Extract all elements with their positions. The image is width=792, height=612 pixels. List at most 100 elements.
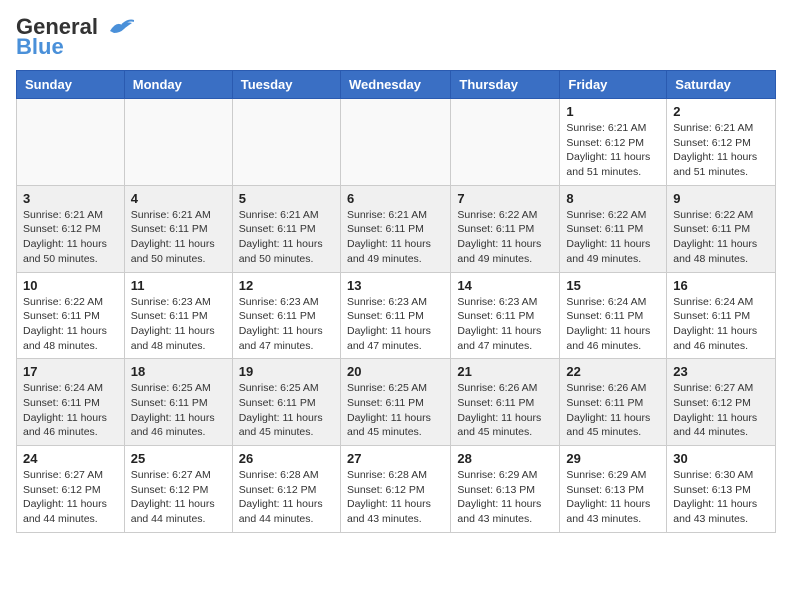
calendar-cell: 18Sunrise: 6:25 AMSunset: 6:11 PMDayligh… (124, 359, 232, 446)
day-info: Sunrise: 6:21 AMSunset: 6:12 PMDaylight:… (566, 121, 660, 180)
calendar-cell: 28 Sunrise: 6:29 AMSunset: 6:13 PMDayligh… (451, 446, 560, 533)
day-number: 9 (673, 191, 769, 206)
calendar-cell: 17Sunrise: 6:24 AMSunset: 6:11 PMDayligh… (17, 359, 125, 446)
day-info: Sunrise: 6:24 AMSunset: 6:11 PMDaylight:… (566, 295, 660, 354)
weekday-header: Friday (560, 71, 667, 99)
day-info: Sunrise: 6:26 AMSunset: 6:11 PMDaylight:… (566, 381, 660, 440)
day-number: 27 (347, 451, 444, 466)
calendar-cell (124, 99, 232, 186)
calendar-cell: 20 Sunrise: 6:25 AMSunset: 6:11 PMDayligh… (340, 359, 450, 446)
day-info: Sunrise: 6:29 AMSunset: 6:13 PMDaylight:… (457, 468, 553, 527)
day-info: Sunrise: 6:28 AMSunset: 6:12 PMDaylight:… (239, 468, 334, 527)
day-number: 3 (23, 191, 118, 206)
day-info: Sunrise: 6:22 AMSunset: 6:11 PMDaylight:… (457, 208, 553, 267)
calendar-cell: 22 Sunrise: 6:26 AMSunset: 6:11 PMDayligh… (560, 359, 667, 446)
calendar-cell (232, 99, 340, 186)
day-info: Sunrise: 6:23 AMSunset: 6:11 PMDaylight:… (131, 295, 226, 354)
calendar-cell: 26Sunrise: 6:28 AMSunset: 6:12 PMDayligh… (232, 446, 340, 533)
calendar-cell: 14 Sunrise: 6:23 AMSunset: 6:11 PMDayligh… (451, 272, 560, 359)
calendar-cell: 6Sunrise: 6:21 AMSunset: 6:11 PMDaylight… (340, 185, 450, 272)
day-info: Sunrise: 6:22 AMSunset: 6:11 PMDaylight:… (673, 208, 769, 267)
logo: General Blue (16, 16, 134, 58)
weekday-header: Monday (124, 71, 232, 99)
day-info: Sunrise: 6:27 AMSunset: 6:12 PMDaylight:… (23, 468, 118, 527)
day-number: 11 (131, 278, 226, 293)
day-number: 23 (673, 364, 769, 379)
weekday-header: Thursday (451, 71, 560, 99)
day-info: Sunrise: 6:27 AMSunset: 6:12 PMDaylight:… (131, 468, 226, 527)
calendar-cell: 1 Sunrise: 6:21 AMSunset: 6:12 PMDaylight… (560, 99, 667, 186)
calendar-week-row: 1 Sunrise: 6:21 AMSunset: 6:12 PMDaylight… (17, 99, 776, 186)
day-info: Sunrise: 6:27 AMSunset: 6:12 PMDaylight:… (673, 381, 769, 440)
day-info: Sunrise: 6:23 AMSunset: 6:11 PMDaylight:… (347, 295, 444, 354)
logo-text-blue: Blue (16, 36, 64, 58)
calendar-week-row: 3 Sunrise: 6:21 AMSunset: 6:12 PMDaylight… (17, 185, 776, 272)
day-info: Sunrise: 6:21 AMSunset: 6:12 PMDaylight:… (23, 208, 118, 267)
day-info: Sunrise: 6:24 AMSunset: 6:11 PMDaylight:… (673, 295, 769, 354)
day-number: 8 (566, 191, 660, 206)
day-number: 24 (23, 451, 118, 466)
day-number: 15 (566, 278, 660, 293)
day-number: 4 (131, 191, 226, 206)
calendar-week-row: 17Sunrise: 6:24 AMSunset: 6:11 PMDayligh… (17, 359, 776, 446)
calendar-cell: 25 Sunrise: 6:27 AMSunset: 6:12 PMDayligh… (124, 446, 232, 533)
day-info: Sunrise: 6:25 AMSunset: 6:11 PMDaylight:… (347, 381, 444, 440)
day-number: 30 (673, 451, 769, 466)
weekday-header: Saturday (667, 71, 776, 99)
weekday-header: Tuesday (232, 71, 340, 99)
logo-bird-icon (106, 19, 134, 37)
calendar-cell (17, 99, 125, 186)
day-number: 13 (347, 278, 444, 293)
day-number: 1 (566, 104, 660, 119)
calendar-cell: 19 Sunrise: 6:25 AMSunset: 6:11 PMDayligh… (232, 359, 340, 446)
day-number: 2 (673, 104, 769, 119)
calendar-cell (451, 99, 560, 186)
calendar-cell: 4 Sunrise: 6:21 AMSunset: 6:11 PMDaylight… (124, 185, 232, 272)
day-info: Sunrise: 6:30 AMSunset: 6:13 PMDaylight:… (673, 468, 769, 527)
day-number: 29 (566, 451, 660, 466)
day-info: Sunrise: 6:25 AMSunset: 6:11 PMDaylight:… (131, 381, 226, 440)
day-number: 7 (457, 191, 553, 206)
day-info: Sunrise: 6:21 AMSunset: 6:11 PMDaylight:… (239, 208, 334, 267)
day-number: 5 (239, 191, 334, 206)
calendar-cell (340, 99, 450, 186)
day-info: Sunrise: 6:23 AMSunset: 6:11 PMDaylight:… (457, 295, 553, 354)
day-number: 14 (457, 278, 553, 293)
calendar-cell: 29Sunrise: 6:29 AMSunset: 6:13 PMDayligh… (560, 446, 667, 533)
page-header: General Blue (16, 16, 776, 58)
calendar-cell: 2 Sunrise: 6:21 AMSunset: 6:12 PMDaylight… (667, 99, 776, 186)
calendar-cell: 5 Sunrise: 6:21 AMSunset: 6:11 PMDaylight… (232, 185, 340, 272)
day-info: Sunrise: 6:21 AMSunset: 6:12 PMDaylight:… (673, 121, 769, 180)
day-number: 22 (566, 364, 660, 379)
calendar-cell: 16 Sunrise: 6:24 AMSunset: 6:11 PMDayligh… (667, 272, 776, 359)
calendar-table: SundayMondayTuesdayWednesdayThursdayFrid… (16, 70, 776, 533)
calendar-cell: 11 Sunrise: 6:23 AMSunset: 6:11 PMDayligh… (124, 272, 232, 359)
day-info: Sunrise: 6:23 AMSunset: 6:11 PMDaylight:… (239, 295, 334, 354)
calendar-body: 1 Sunrise: 6:21 AMSunset: 6:12 PMDaylight… (17, 99, 776, 533)
day-info: Sunrise: 6:22 AMSunset: 6:11 PMDaylight:… (566, 208, 660, 267)
calendar-cell: 15 Sunrise: 6:24 AMSunset: 6:11 PMDayligh… (560, 272, 667, 359)
calendar-cell: 24 Sunrise: 6:27 AMSunset: 6:12 PMDayligh… (17, 446, 125, 533)
day-number: 25 (131, 451, 226, 466)
day-info: Sunrise: 6:22 AMSunset: 6:11 PMDaylight:… (23, 295, 118, 354)
day-info: Sunrise: 6:24 AMSunset: 6:11 PMDaylight:… (23, 381, 118, 440)
calendar-cell: 3 Sunrise: 6:21 AMSunset: 6:12 PMDaylight… (17, 185, 125, 272)
day-number: 19 (239, 364, 334, 379)
day-number: 20 (347, 364, 444, 379)
calendar-week-row: 24 Sunrise: 6:27 AMSunset: 6:12 PMDayligh… (17, 446, 776, 533)
day-info: Sunrise: 6:25 AMSunset: 6:11 PMDaylight:… (239, 381, 334, 440)
calendar-cell: 23 Sunrise: 6:27 AMSunset: 6:12 PMDayligh… (667, 359, 776, 446)
day-number: 16 (673, 278, 769, 293)
calendar-cell: 12Sunrise: 6:23 AMSunset: 6:11 PMDayligh… (232, 272, 340, 359)
day-number: 28 (457, 451, 553, 466)
calendar-cell: 7 Sunrise: 6:22 AMSunset: 6:11 PMDaylight… (451, 185, 560, 272)
calendar-week-row: 10Sunrise: 6:22 AMSunset: 6:11 PMDayligh… (17, 272, 776, 359)
calendar-header-row: SundayMondayTuesdayWednesdayThursdayFrid… (17, 71, 776, 99)
day-number: 21 (457, 364, 553, 379)
calendar-cell: 8 Sunrise: 6:22 AMSunset: 6:11 PMDaylight… (560, 185, 667, 272)
day-info: Sunrise: 6:21 AMSunset: 6:11 PMDaylight:… (347, 208, 444, 267)
day-info: Sunrise: 6:21 AMSunset: 6:11 PMDaylight:… (131, 208, 226, 267)
calendar-cell: 9 Sunrise: 6:22 AMSunset: 6:11 PMDaylight… (667, 185, 776, 272)
calendar-cell: 21Sunrise: 6:26 AMSunset: 6:11 PMDayligh… (451, 359, 560, 446)
calendar-cell: 27Sunrise: 6:28 AMSunset: 6:12 PMDayligh… (340, 446, 450, 533)
